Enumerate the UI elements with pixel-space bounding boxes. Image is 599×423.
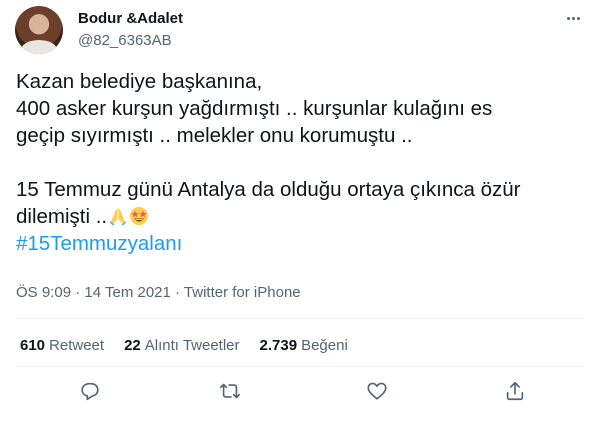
tweet-text: Kazan belediye başkanına, 400 asker kurş… xyxy=(16,68,581,257)
tweet-source[interactable]: Twitter for iPhone xyxy=(184,284,301,301)
like-button[interactable] xyxy=(366,380,388,402)
quote-tweets-stat[interactable]: 22 Alıntı Tweetler xyxy=(124,337,239,354)
tweet-time[interactable]: ÖS 9:09 xyxy=(16,284,71,301)
engagement-stats: 610 Retweet 22 Alıntı Tweetler 2.739 Beğeni xyxy=(20,337,348,354)
likes-stat[interactable]: 2.739 Beğeni xyxy=(260,337,348,354)
avatar[interactable] xyxy=(15,6,63,54)
retweet-arrows-icon xyxy=(220,383,240,399)
heart-icon xyxy=(367,382,387,400)
star-struck-emoji xyxy=(130,207,149,225)
more-dots-icon[interactable] xyxy=(560,8,586,28)
retweets-stat[interactable]: 610 Retweet xyxy=(20,337,104,354)
action-bar xyxy=(0,378,599,404)
folded-hands-emoji xyxy=(109,208,127,226)
share-upload-icon xyxy=(506,381,524,401)
display-name[interactable]: Bodur &Adalet xyxy=(78,10,183,27)
tweet-detail: Bodur &Adalet @82_6363AB Kazan belediye … xyxy=(0,0,599,423)
divider xyxy=(16,366,583,367)
reply-button[interactable] xyxy=(79,380,101,402)
reply-bubble-icon xyxy=(81,382,99,401)
retweet-button[interactable] xyxy=(219,380,241,402)
divider xyxy=(16,318,583,319)
tweet-line: 400 asker kurşun yağdırmıştı .. kurşunla… xyxy=(16,97,493,120)
tweet-metadata: ÖS 9:09 · 14 Tem 2021 · Twitter for iPho… xyxy=(16,284,301,301)
tweet-date[interactable]: 14 Tem 2021 xyxy=(84,284,170,301)
tweet-line: 15 Temmuz günü Antalya da olduğu ortaya … xyxy=(16,178,521,201)
tweet-line: Kazan belediye başkanına, xyxy=(16,70,263,93)
hashtag-link[interactable]: #15Temmuzyalanı xyxy=(16,232,182,255)
user-handle[interactable]: @82_6363AB xyxy=(78,32,172,49)
share-button[interactable] xyxy=(504,380,526,402)
tweet-line-with-emoji: dilemişti .. xyxy=(16,203,581,230)
tweet-line: geçip sıyırmıştı .. melekler onu korumuş… xyxy=(16,124,413,147)
